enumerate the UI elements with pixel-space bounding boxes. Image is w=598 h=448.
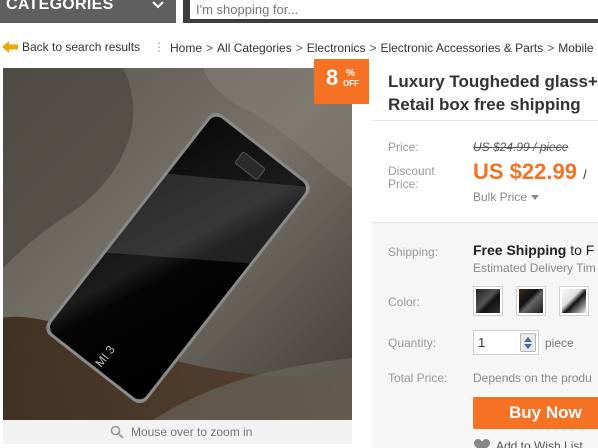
color-swatch-2[interactable] [516,286,546,316]
breadcrumb-home[interactable]: Home [170,41,202,55]
breadcrumb: Back to search results ⋮ Home > All Catego… [0,38,598,58]
price-label: Price: [388,140,419,154]
discount-off: OFF [343,79,359,88]
color-swatch-3[interactable] [559,286,589,316]
shipping-free-text: Free Shipping [473,242,567,258]
discount-price: US $22.99 / [473,159,587,185]
discount-price-unit: / [583,167,587,182]
shipping-value: Free Shipping to F [473,242,594,258]
quantity-spin-buttons[interactable] [520,333,536,352]
top-bar: CATEGORIES [0,0,598,30]
add-to-wishlist-link[interactable]: Add to Wish List [474,439,583,448]
product-image[interactable]: MI 3 [3,68,352,420]
back-to-search-link[interactable]: Back to search results [2,40,140,54]
delivery-estimate: Estimated Delivery Tim [473,261,596,275]
breadcrumb-separator: > [547,41,555,55]
quantity-unit: piece [545,336,574,350]
swatch-image [476,289,500,313]
discount-price-label: Discount Price: [388,164,435,191]
color-label: Color: [388,295,421,309]
arrow-down-icon[interactable] [524,344,532,349]
total-price-label: Total Price: [388,371,448,385]
quantity-stepper [473,330,539,355]
product-photo: MI 3 [3,68,352,420]
product-title-line1: Luxury Tougheded glass+a [388,72,598,91]
buy-now-button[interactable]: Buy Now [473,397,598,429]
search-input[interactable] [190,0,598,19]
original-price: US $24.99 / piece [473,140,569,154]
caret-down-icon [531,195,540,201]
breadcrumb-separator: > [295,41,303,55]
chevron-down-icon [152,1,164,9]
heart-icon [474,439,490,448]
discount-percent: % [346,68,355,79]
bulk-price-label: Bulk Price [473,190,528,204]
total-price-value: Depends on the produ [473,371,592,385]
shipping-label: Shipping: [388,245,439,259]
divider [372,120,598,121]
swatch-image [519,289,543,313]
swatch-image [562,289,586,313]
breadcrumb-separator: > [206,41,214,55]
discount-price-value: US $22.99 [473,159,577,184]
categories-label: CATEGORIES [6,0,114,13]
discount-badge: 8 % OFF [314,59,369,104]
quantity-input[interactable] [478,334,518,351]
magnifier-icon [110,425,124,439]
color-swatch-1[interactable] [473,286,503,316]
bulk-price-toggle[interactable]: Bulk Price [473,190,540,204]
discount-number: 8 [326,65,339,90]
breadcrumb-accessories[interactable]: Electronic Accessories & Parts [380,41,543,55]
breadcrumb-mobile[interactable]: Mobile [558,41,593,55]
arrow-left-icon [2,41,18,53]
breadcrumb-separator: > [369,41,377,55]
zoom-hint-text: Mouse over to zoom in [131,425,253,439]
categories-menu[interactable]: CATEGORIES [0,0,176,23]
breadcrumb-electronics[interactable]: Electronics [307,41,366,55]
quantity-label: Quantity: [388,336,437,350]
back-link-label: Back to search results [22,40,141,54]
arrow-up-icon[interactable] [524,337,532,342]
product-title-line2: Retail box free shipping [388,95,581,114]
breadcrumb-all-categories[interactable]: All Categories [217,41,292,55]
zoom-hint-bar: Mouse over to zoom in [3,420,352,444]
product-title: Luxury Tougheded glass+a Retail box free… [388,70,598,116]
shipping-destination[interactable]: to F [566,242,594,258]
wishlist-label: Add to Wish List [496,439,583,448]
breadcrumb-divider: ⋮ [153,40,165,54]
breadcrumb-trail: Home > All Categories > Electronics > Electron… [170,41,594,55]
